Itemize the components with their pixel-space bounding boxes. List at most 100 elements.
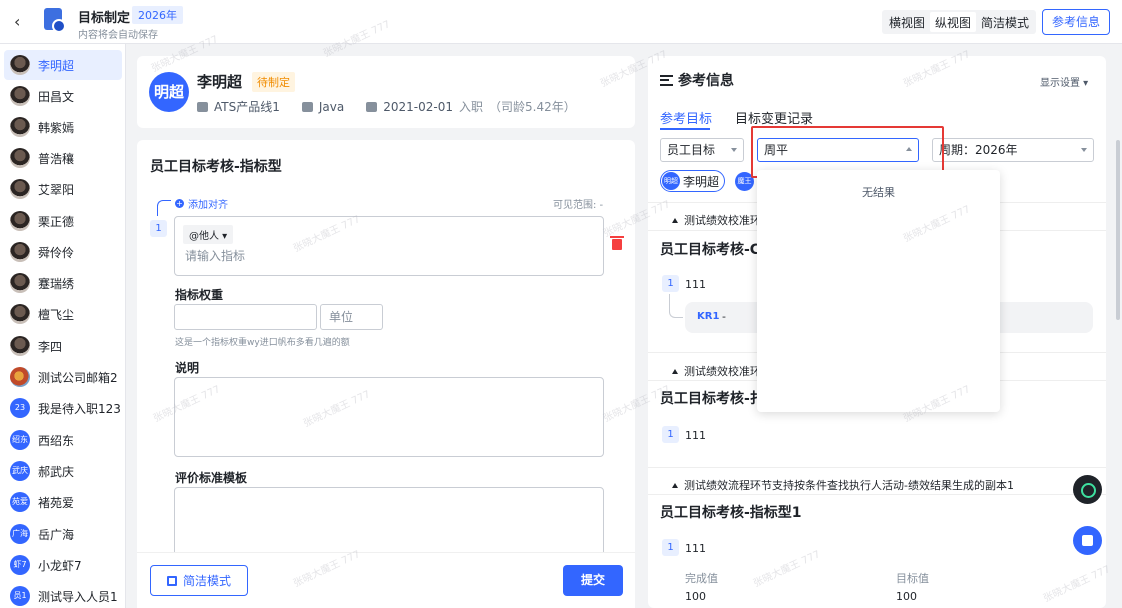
sidebar-item-label: 韩紫嫣	[38, 120, 75, 135]
sidebar-item-label: 栗正德	[38, 214, 75, 229]
mention-others-dropdown[interactable]: @他人 ▾	[183, 225, 234, 244]
sidebar-item[interactable]: 绍东 西绍东	[4, 425, 122, 455]
tenure: （司龄5.42年）	[489, 100, 576, 114]
sidebar-item-label: 郝武庆	[38, 464, 75, 479]
reference-info-button[interactable]: 参考信息	[1042, 9, 1110, 35]
indicator-input[interactable]: @他人 ▾ 请输入指标	[174, 216, 604, 276]
avatar	[10, 86, 30, 106]
row-value: 111	[685, 542, 706, 555]
sidebar-item[interactable]: 蹇瑞绣	[4, 268, 122, 298]
view-switcher: 横视图 纵视图 简洁模式	[882, 10, 1037, 34]
period-select[interactable]: 周期：2026年	[932, 138, 1094, 162]
chevron-left-icon[interactable]: ‹	[14, 12, 20, 31]
avatar: 明超	[149, 72, 189, 112]
display-settings-label: 显示设置	[1040, 78, 1080, 89]
indicator-placeholder: 请输入指标	[185, 249, 246, 263]
tab-change-log[interactable]: 目标变更记录	[735, 108, 813, 127]
kr-connector	[669, 294, 683, 318]
avatar: 绍东	[10, 430, 30, 450]
scrollbar[interactable]	[1116, 140, 1120, 320]
row-number: 1	[662, 426, 679, 443]
menu-icon	[660, 74, 673, 86]
chat-icon[interactable]	[1073, 526, 1102, 555]
mention-label: @他人	[189, 231, 219, 242]
row-value: 111	[685, 278, 706, 291]
avatar	[10, 242, 30, 262]
kr-value: -	[722, 310, 726, 323]
trash-icon[interactable]	[610, 236, 624, 250]
avatar: 武庆	[10, 461, 30, 481]
avatar: 广海	[10, 524, 30, 544]
avatar	[10, 367, 30, 387]
goal-form: 员工目标考核-指标型 + 添加对齐 可见范围: - 1 @他人 ▾ 请输入指标 …	[137, 140, 635, 608]
profile-meta: ATS产品线1 Java 2021-02-01 入职 （司龄5.42年）	[197, 98, 576, 115]
calendar-icon	[366, 101, 378, 112]
simple-mode-view-button[interactable]: 简洁模式	[976, 12, 1034, 32]
section-title: 员工目标考核-指标型1	[660, 505, 802, 521]
selected-person-chip[interactable]: 明超 李明超	[660, 170, 726, 192]
sidebar-item-label: 李四	[38, 339, 63, 354]
vertical-view-button[interactable]: 纵视图	[930, 12, 977, 32]
sidebar-item-label: 普浩穰	[38, 151, 75, 166]
sidebar-item[interactable]: 艾翠阳	[4, 174, 122, 204]
avatar: 虾7	[10, 555, 30, 575]
chevron-down-icon	[731, 148, 737, 152]
sidebar-item[interactable]: 广海 岳广海	[4, 519, 122, 549]
submit-button[interactable]: 提交	[563, 565, 623, 596]
description-textarea[interactable]	[174, 377, 604, 457]
display-settings-dropdown[interactable]: 显示设置 ▾	[1040, 74, 1088, 89]
section-header[interactable]: 测试绩效校准环	[672, 212, 761, 228]
weight-input[interactable]	[174, 304, 317, 330]
avatar: 明超	[662, 172, 680, 190]
sidebar-item[interactable]: 苑爱 褚苑爱	[4, 487, 122, 517]
add-alignment-label: 添加对齐	[188, 200, 228, 211]
assistant-icon[interactable]	[1073, 475, 1102, 504]
sidebar-item[interactable]: 员1 测试导入人员1	[4, 581, 122, 608]
section-header[interactable]: 测试绩效校准环	[672, 363, 761, 379]
sidebar-item[interactable]: 栗正德	[4, 206, 122, 236]
sidebar-item[interactable]: 舜伶伶	[4, 237, 122, 267]
description-label: 说明	[175, 361, 200, 375]
weight-hint: 这是一个指标权重wy进口帆布多看几遍的额	[175, 338, 350, 348]
sidebar-item-label: 测试公司邮箱2	[38, 370, 118, 385]
avatar	[10, 273, 30, 293]
sidebar-item[interactable]: 23 我是待入职123	[4, 393, 122, 423]
tab-underline	[660, 128, 710, 130]
sidebar-item-label: 田昌文	[38, 89, 75, 104]
sidebar-item[interactable]: 李四	[4, 331, 122, 361]
completion-label: 完成值	[685, 572, 718, 585]
sidebar-item-label: 舜伶伶	[38, 245, 75, 260]
tab-reference-goals[interactable]: 参考目标	[660, 108, 712, 127]
sidebar-item[interactable]: 田昌文	[4, 81, 122, 111]
visible-range: 可见范围: -	[553, 200, 604, 211]
sidebar-item[interactable]: 普浩穰	[4, 143, 122, 173]
sidebar-item[interactable]: 檀飞尘	[4, 299, 122, 329]
section-header[interactable]: 测试绩效流程环节支持按条件查找执行人活动-绩效结果生成的副本1	[672, 477, 1014, 493]
horizontal-view-button[interactable]: 横视图	[884, 12, 930, 32]
sidebar-item[interactable]: 测试公司邮箱2	[4, 362, 122, 392]
section-header-label: 测试绩效校准环	[684, 365, 761, 378]
autosave-note: 内容将会自动保存	[78, 30, 158, 41]
section-title: 员工目标考核-C	[660, 242, 761, 258]
sidebar-item-label: 褚苑爱	[38, 495, 75, 510]
unit-input[interactable]: 单位	[320, 304, 383, 330]
sidebar-item-label: 艾翠阳	[38, 182, 75, 197]
add-alignment-button[interactable]: + 添加对齐	[175, 196, 228, 211]
simple-mode-button[interactable]: 简洁模式	[150, 565, 248, 596]
sidebar-item[interactable]: 李明超	[4, 50, 122, 80]
avatar	[10, 55, 30, 75]
section-title: 员工目标考核-扌	[660, 391, 764, 407]
sidebar-item[interactable]: 虾7 小龙虾7	[4, 550, 122, 580]
chevron-down-icon	[1081, 148, 1087, 152]
avatar	[10, 179, 30, 199]
sidebar-item[interactable]: 韩紫嫣	[4, 112, 122, 142]
profile-name: 李明超	[197, 73, 243, 91]
sidebar-item-label: 岳广海	[38, 527, 75, 542]
sidebar-item[interactable]: 武庆 郝武庆	[4, 456, 122, 486]
goal-type-select[interactable]: 员工目标	[660, 138, 744, 162]
search-results-dropdown[interactable]: 无结果	[757, 170, 1000, 412]
simple-mode-label: 简洁模式	[182, 574, 231, 588]
section-header-label: 测试绩效流程环节支持按条件查找执行人活动-绩效结果生成的副本1	[684, 479, 1014, 492]
collapse-icon	[672, 217, 678, 223]
sidebar-item-label: 我是待入职123	[38, 401, 121, 416]
